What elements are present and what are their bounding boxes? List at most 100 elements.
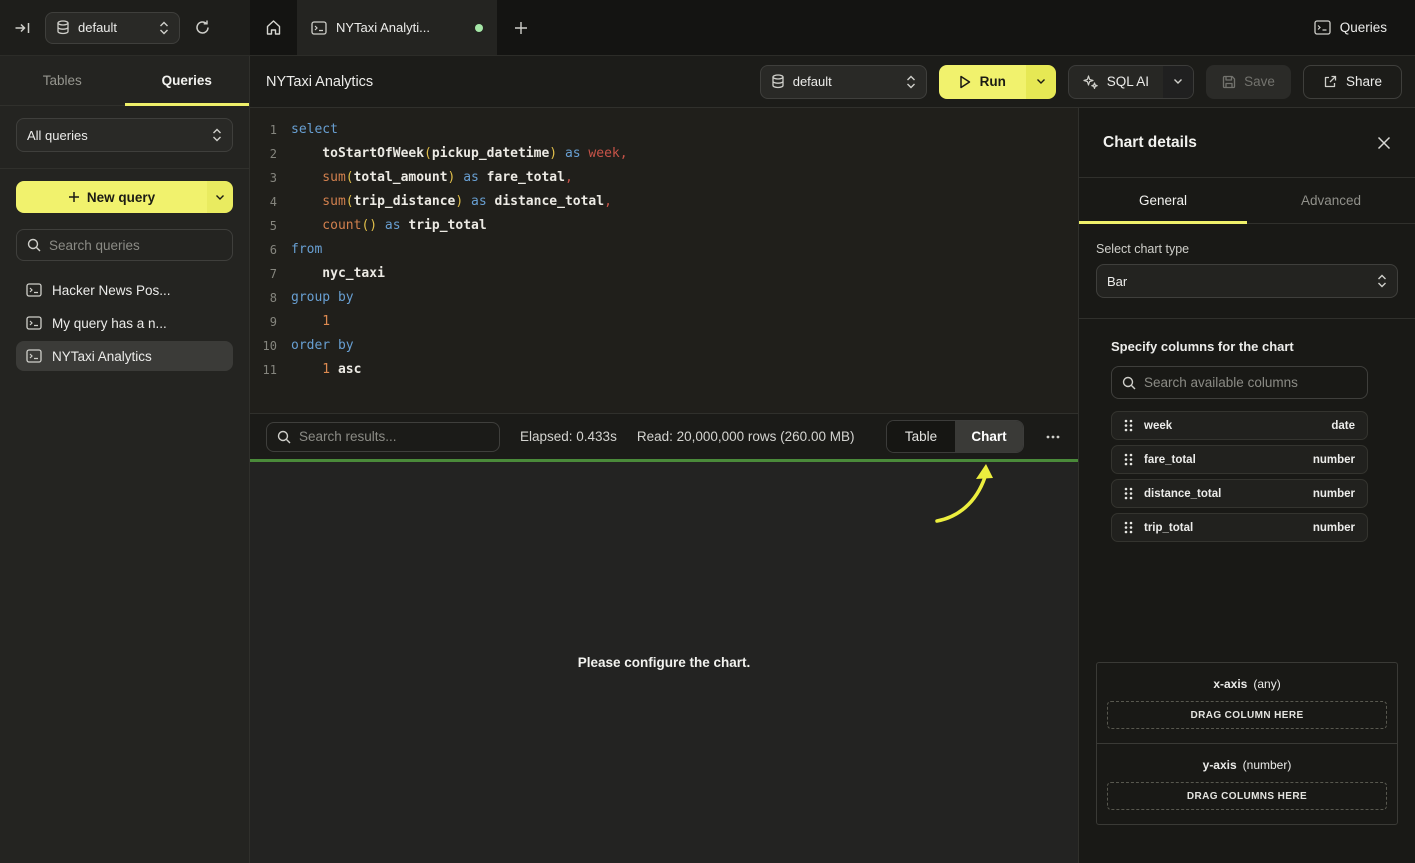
new-query-button[interactable]: New query (16, 181, 233, 213)
plus-icon (68, 191, 80, 203)
columns-block: Specify columns for the chart (1111, 339, 1368, 542)
column-item[interactable]: trip_total number (1111, 513, 1368, 542)
sql-editor[interactable]: 1 select 2 toStartOfWeek(pickup_datetime… (250, 108, 1078, 413)
save-label: Save (1244, 74, 1275, 89)
column-item[interactable]: fare_total number (1111, 445, 1368, 474)
new-tab-button[interactable] (497, 0, 545, 55)
query-tab[interactable]: NYTaxi Analyti... (297, 0, 497, 55)
sql-ai-dropdown[interactable] (1163, 66, 1193, 98)
query-item-label: My query has a n... (52, 316, 167, 331)
x-axis-section: x-axis(any) DRAG COLUMN HERE (1097, 663, 1397, 743)
run-dropdown[interactable] (1026, 65, 1056, 99)
line-number: 6 (250, 238, 277, 262)
tab-tables[interactable]: Tables (0, 56, 125, 105)
line-number: 3 (250, 166, 277, 190)
column-item[interactable]: distance_total number (1111, 479, 1368, 508)
save-button[interactable]: Save (1206, 65, 1291, 99)
drag-handle-icon[interactable] (1124, 487, 1133, 500)
drag-handle-icon[interactable] (1124, 419, 1133, 432)
query-search-input[interactable] (49, 238, 222, 253)
close-icon[interactable] (1377, 136, 1391, 150)
tab-advanced[interactable]: Advanced (1247, 178, 1415, 223)
y-axis-title: y-axis(number) (1107, 758, 1387, 772)
y-axis-drop-zone[interactable]: DRAG COLUMNS HERE (1107, 782, 1387, 810)
run-button-main[interactable]: Run (939, 65, 1026, 99)
sql-ai-main[interactable]: SQL AI (1069, 66, 1163, 98)
page-title: NYTaxi Analytics (266, 74, 373, 90)
x-axis-hint: (any) (1253, 677, 1280, 691)
rows-read: Read: 20,000,000 rows (260.00 MB) (637, 429, 855, 444)
more-options-icon[interactable] (1044, 435, 1062, 439)
database-icon (56, 20, 70, 35)
code-text: group by (277, 286, 354, 310)
queries-menu-button[interactable]: Queries (1286, 0, 1415, 55)
columns-label: Specify columns for the chart (1111, 339, 1368, 354)
table-view-tab[interactable]: Table (887, 421, 955, 452)
tab-general[interactable]: General (1079, 178, 1247, 223)
query-list: Hacker News Pos... My query has a n... N… (16, 275, 233, 371)
sidebar-filter-section: All queries (0, 106, 249, 169)
sql-ai-button[interactable]: SQL AI (1068, 65, 1194, 99)
new-query-dropdown[interactable] (207, 181, 233, 213)
new-query-main[interactable]: New query (16, 181, 207, 213)
drag-handle-icon[interactable] (1124, 453, 1133, 466)
terminal-icon (311, 21, 327, 35)
chart-empty-message: Please configure the chart. (578, 655, 751, 670)
run-label: Run (980, 74, 1006, 89)
column-name: fare_total (1144, 454, 1196, 466)
query-filter-selector[interactable]: All queries (16, 118, 233, 152)
line-number: 8 (250, 286, 277, 310)
chevron-updown-icon (212, 128, 222, 142)
y-axis-hint: (number) (1243, 758, 1292, 772)
unsaved-changes-dot (475, 24, 483, 32)
run-database-selector[interactable]: default (760, 65, 927, 99)
home-button[interactable] (250, 0, 297, 55)
database-selector[interactable]: default (45, 12, 180, 44)
chevron-updown-icon (159, 21, 169, 35)
elapsed-time: Elapsed: 0.433s (520, 429, 617, 444)
sparkle-icon (1083, 74, 1098, 89)
chart-type-label: Select chart type (1096, 242, 1398, 256)
code-line: 9 1 (250, 310, 1078, 334)
query-list-item[interactable]: My query has a n... (16, 308, 233, 338)
sidebar-tabs: Tables Queries (0, 56, 249, 106)
panel-header: Chart details (1079, 108, 1415, 178)
column-name: trip_total (1144, 522, 1193, 534)
content-row: 1 select 2 toStartOfWeek(pickup_datetime… (250, 108, 1415, 863)
tab-queries[interactable]: Queries (125, 56, 250, 105)
queries-label: Queries (1340, 20, 1387, 35)
column-item[interactable]: week date (1111, 411, 1368, 440)
chart-type-selector[interactable]: Bar (1096, 264, 1398, 298)
database-icon (771, 74, 785, 89)
column-list: week date fare_total number (1111, 411, 1368, 542)
top-bar-left: default (0, 0, 250, 55)
columns-search-input[interactable] (1144, 375, 1357, 390)
query-list-item[interactable]: Hacker News Pos... (16, 275, 233, 305)
axis-config-box: x-axis(any) DRAG COLUMN HERE y-axis(numb… (1096, 662, 1398, 825)
collapse-sidebar-icon[interactable] (14, 20, 31, 36)
sidebar: Tables Queries All queries New query (0, 56, 250, 863)
x-axis-drop-zone[interactable]: DRAG COLUMN HERE (1107, 701, 1387, 729)
save-icon (1222, 75, 1236, 89)
line-number: 7 (250, 262, 277, 286)
code-text: toStartOfWeek(pickup_datetime) as week, (277, 142, 628, 166)
column-name: week (1144, 420, 1172, 432)
top-bar: default NYTaxi Analyti... Queries (0, 0, 1415, 56)
x-axis-title: x-axis(any) (1107, 677, 1387, 691)
column-type: date (1331, 420, 1355, 432)
terminal-icon (26, 349, 42, 363)
refresh-icon[interactable] (194, 19, 211, 36)
chart-view-tab[interactable]: Chart (955, 421, 1023, 452)
share-button[interactable]: Share (1303, 65, 1402, 99)
code-line: 7 nyc_taxi (250, 262, 1078, 286)
editor-header: NYTaxi Analytics default Run (250, 56, 1415, 108)
code-line: 3 sum(total_amount) as fare_total, (250, 166, 1078, 190)
query-list-item-selected[interactable]: NYTaxi Analytics (16, 341, 233, 371)
code-text: select (277, 118, 338, 142)
line-number: 11 (250, 358, 277, 382)
line-number: 4 (250, 190, 277, 214)
hint-arrow-icon (932, 463, 1000, 525)
run-button[interactable]: Run (939, 65, 1056, 99)
drag-handle-icon[interactable] (1124, 521, 1133, 534)
results-search-input[interactable] (299, 429, 489, 444)
